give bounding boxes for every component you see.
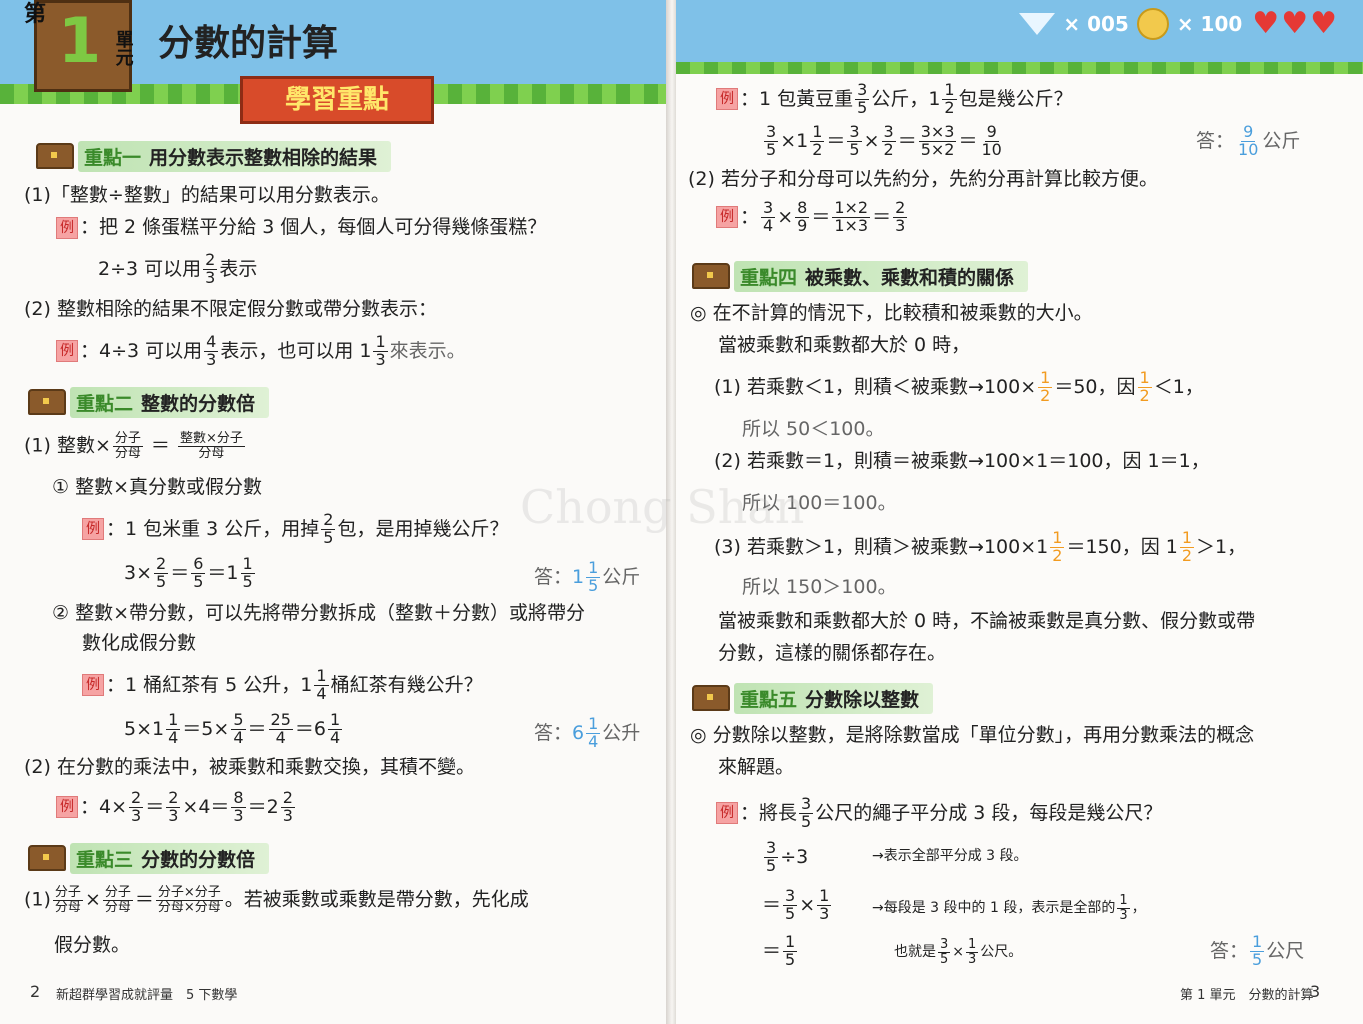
k5-note-1: →表示全部平分成 3 段。 [872,848,1028,864]
r-example-1-answer: 答： 9 10 公斤 [1196,122,1301,159]
k2-point-2: (2) 在分數的乘法中，被乘數和乘數交換，其積不變。 [24,756,475,778]
footer-book-title: 新超群學習成就評量 5 下數學 [56,988,238,1003]
r-point-2: (2) 若分子和分母可以先約分，先約分再計算比較方便。 [688,168,1158,190]
treasure-chest-icon [28,389,66,415]
k1-point-1: (1)「整數÷整數」的結果可以用分數表示。 [24,184,390,206]
heart-icon: ♥ [1310,6,1337,41]
k5-step-1: 3 5 ÷3 [764,838,809,875]
key-point-4-header: 重點四 被乘數、乘數和積的關係 [692,260,1029,292]
k1-point-2: (2) 整數相除的結果不限定假分數或帶分數表示： [24,298,437,320]
r-example-2: 例： 3 4 × 8 9 ＝ 1×2 1×3 ＝ 2 3 [716,199,909,235]
k5-note-2: →每段是 3 段中的 1 段，表示是全部的 1 3， [872,893,1146,923]
k4-point-3b: 分數，這樣的關係都存在。 [718,642,947,664]
k4-case-3-result: 所以 150＞100。 [742,576,897,598]
k1-example-1: 例：把 2 條蛋糕平分給 3 個人，每個人可分得幾條蛋糕？ [56,216,546,239]
header-grass [676,62,1363,74]
footer-page-number: 3 [1310,982,1321,1001]
unit-number: 1 [58,4,102,77]
treasure-chest-icon [692,263,730,289]
k2-formula: (1) 整數× 分子 分母 ＝ 整數×分子 分母 [24,431,245,461]
diamond-icon [1019,12,1056,35]
k2-example-2-calc: 5×1 1 4 ＝5× 5 4 ＝ 25 4 ＝6 1 4 [124,710,343,747]
key-point-5-header: 重點五 分數除以整數 [692,682,934,714]
page-title: 分數的計算 [158,23,339,64]
footer-page-number: 2 [30,982,41,1001]
k2-sub-2b: 數化成假分數 [82,632,197,654]
treasure-chest-icon [36,143,74,169]
k3-formula: (1) 分子 分母 × 分子 分母＝分子×分子 分母×分母 。若被乘數或乘數是帶分數，先化成 [24,885,529,915]
unit-prefix: 第 [24,2,47,27]
k5-step-2: ＝ 3 5 × 1 3 [762,886,832,923]
k4-case-2: (2) 若乘數＝1，則積＝被乘數→100×1＝100，因 1＝1， [714,450,1210,472]
k4-case-1-result: 所以 50＜100。 [742,418,885,440]
k1-example-2: 例：4÷3 可以用 4 3 表示，也可以用 1 1 3 來表示。 [56,333,466,369]
k4-case-1: (1) 若乘數＜1，則積＜被乘數→100× 1 2 ＝50，因 1 2 ＜1， [714,368,1204,405]
key-point-3-header: 重點三 分數的分數倍 [28,842,270,874]
heart-icon: ♥ [1281,6,1309,41]
hearts: ♥♥♥ [1250,6,1337,41]
k2-example-1: 例：1 包米重 3 公斤，用掉 2 5 包，是用掉幾公斤？ [82,511,509,547]
k2-example-2: 例：1 桶紅茶有 5 公升，1 1 4 桶紅茶有幾公升？ [82,667,483,703]
key-point-2-header: 重點二 整數的分數倍 [28,386,270,418]
k4-point-1: ◎ 在不計算的情況下，比較積和被乘數的大小。 [690,302,1093,324]
k5-answer: 答： 1 5 公尺 [1210,932,1305,969]
r-example-1: 例：1 包黃豆重 3 5 公斤，1 1 2 包是幾公斤？ [716,81,1073,117]
k2-example-3: 例：4× 2 3 ＝ 2 3 ×4＝ 8 3 ＝2 2 3 [56,789,297,825]
treasure-chest-icon [28,845,66,871]
k5-example: 例：將長 3 5 公尺的繩子平分成 3 段，每段是幾公尺？ [716,795,1162,831]
unit-suffix: 單元 [112,30,134,66]
k2-example-2-answer: 答：6 1 4 公升 [534,714,641,751]
k4-point-3: 當被乘數和乘數都大於 0 時，不論被乘數是真分數、假分數或帶 [718,610,1256,632]
coin-count: × 100 [1176,11,1243,36]
k4-point-2: 當被乘數和乘數都大於 0 時， [718,334,971,356]
k5-point-1b: 來解題。 [718,756,795,778]
k1-example-1-answer: 2÷3 可以用 2 3 表示 [98,250,258,287]
treasure-chest-icon [692,685,730,711]
key-point-1-header: 重點一 用分數表示整數相除的結果 [36,140,392,172]
k3-point-1b: 假分數。 [54,934,131,956]
k2-example-1-answer: 答：1 1 5 公斤 [534,558,641,595]
k2-sub-2: ② 整數×帶分數，可以先將帶分數拆成（整數＋分數）或將帶分 [52,602,585,624]
watermark: Chong Shan [520,480,805,534]
k5-step-3: ＝ 1 5 [762,932,798,969]
k5-note-3: 也就是 3 5 × 1 3 公尺。 [894,937,1023,967]
k5-point-1: ◎ 分數除以整數，是將除數當成「單位分數」，再用分數乘法的概念 [690,724,1255,746]
coin-icon [1136,7,1169,40]
k2-example-1-calc: 3× 2 5 ＝ 6 5 ＝1 1 5 [124,554,255,591]
game-hud: × 005 × 100 ♥♥♥ [1019,6,1337,41]
heart-icon: ♥ [1252,6,1280,41]
learning-focus-banner: 學習重點 [240,76,434,124]
k4-case-3: (3) 若乘數＞1，則積＞被乘數→100×1 1 2 ＝150，因 1 1 2 ＞1， [714,528,1247,565]
gem-count: × 005 [1063,11,1129,36]
k2-sub-1: ① 整數×真分數或假分數 [52,476,262,498]
r-example-1-calc: 3 5 ×1 1 2 ＝ 3 5 × 3 2 ＝ 3×3 5×2 ＝ 9 10 [764,122,1002,159]
footer-unit-title: 第 1 單元 分數的計算 [1180,988,1314,1003]
